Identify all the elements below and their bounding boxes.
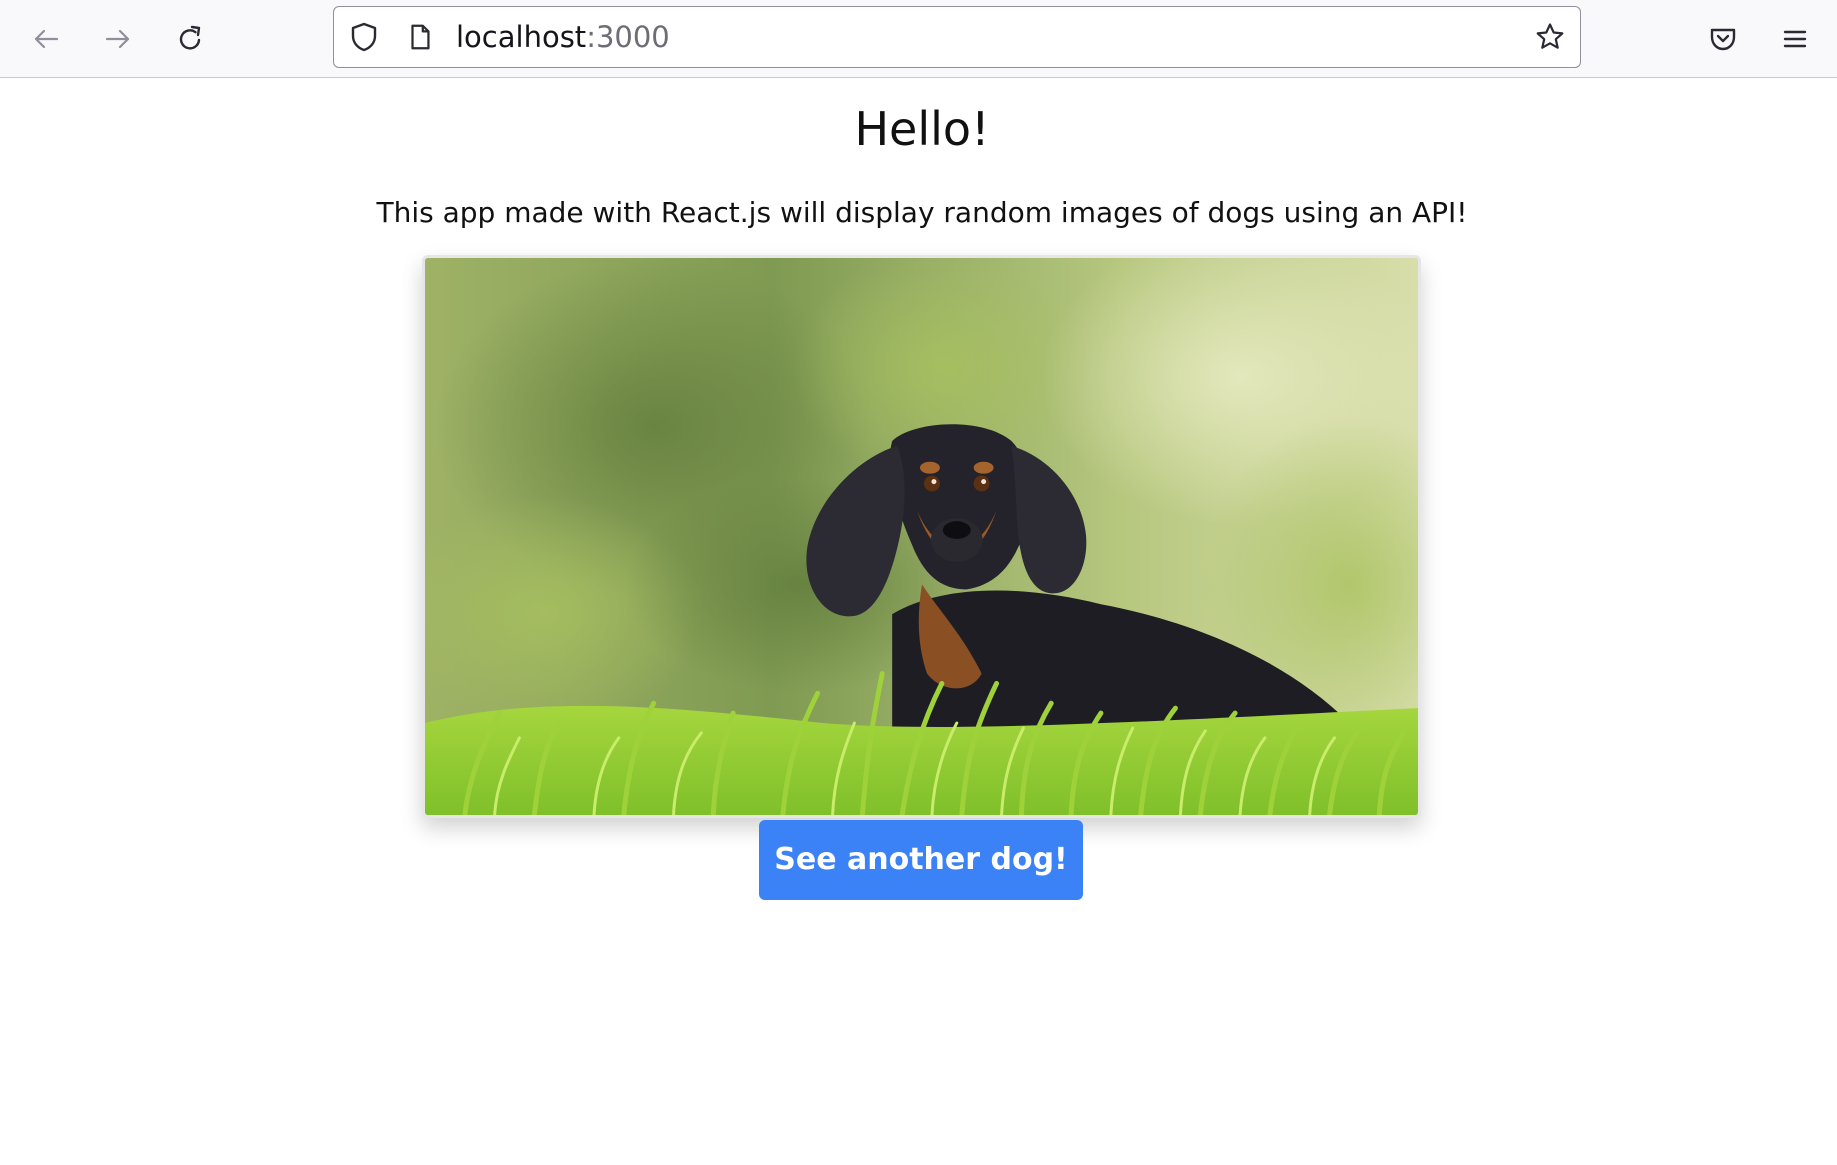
bookmark-star-icon[interactable]: [1532, 19, 1568, 55]
reload-icon: [179, 25, 201, 50]
url-host: localhost: [456, 20, 587, 54]
back-button[interactable]: [24, 17, 68, 61]
forward-button[interactable]: [96, 17, 140, 61]
page-icon: [404, 21, 436, 53]
url-port: :3000: [586, 20, 670, 54]
page-content: Hello! This app made with React.js will …: [0, 79, 1837, 1165]
shield-icon[interactable]: [348, 21, 380, 53]
pocket-button[interactable]: [1701, 17, 1745, 61]
see-another-dog-button[interactable]: See another dog!: [759, 820, 1083, 900]
arrow-left-icon: [34, 29, 59, 49]
url-bar[interactable]: localhost:3000: [333, 6, 1581, 68]
pocket-icon: [1710, 28, 1736, 51]
reload-button[interactable]: [168, 17, 212, 61]
browser-toolbar: localhost:3000: [0, 0, 1837, 78]
page-description: This app made with React.js will display…: [376, 196, 1468, 229]
dog-photo-illustration: [425, 258, 1418, 815]
url-text[interactable]: localhost:3000: [456, 19, 670, 55]
app-menu-button[interactable]: [1773, 17, 1817, 61]
dog-image: [422, 255, 1421, 818]
arrow-right-icon: [105, 29, 130, 49]
page-heading: Hello!: [854, 102, 990, 156]
hamburger-menu-icon: [1783, 30, 1807, 48]
